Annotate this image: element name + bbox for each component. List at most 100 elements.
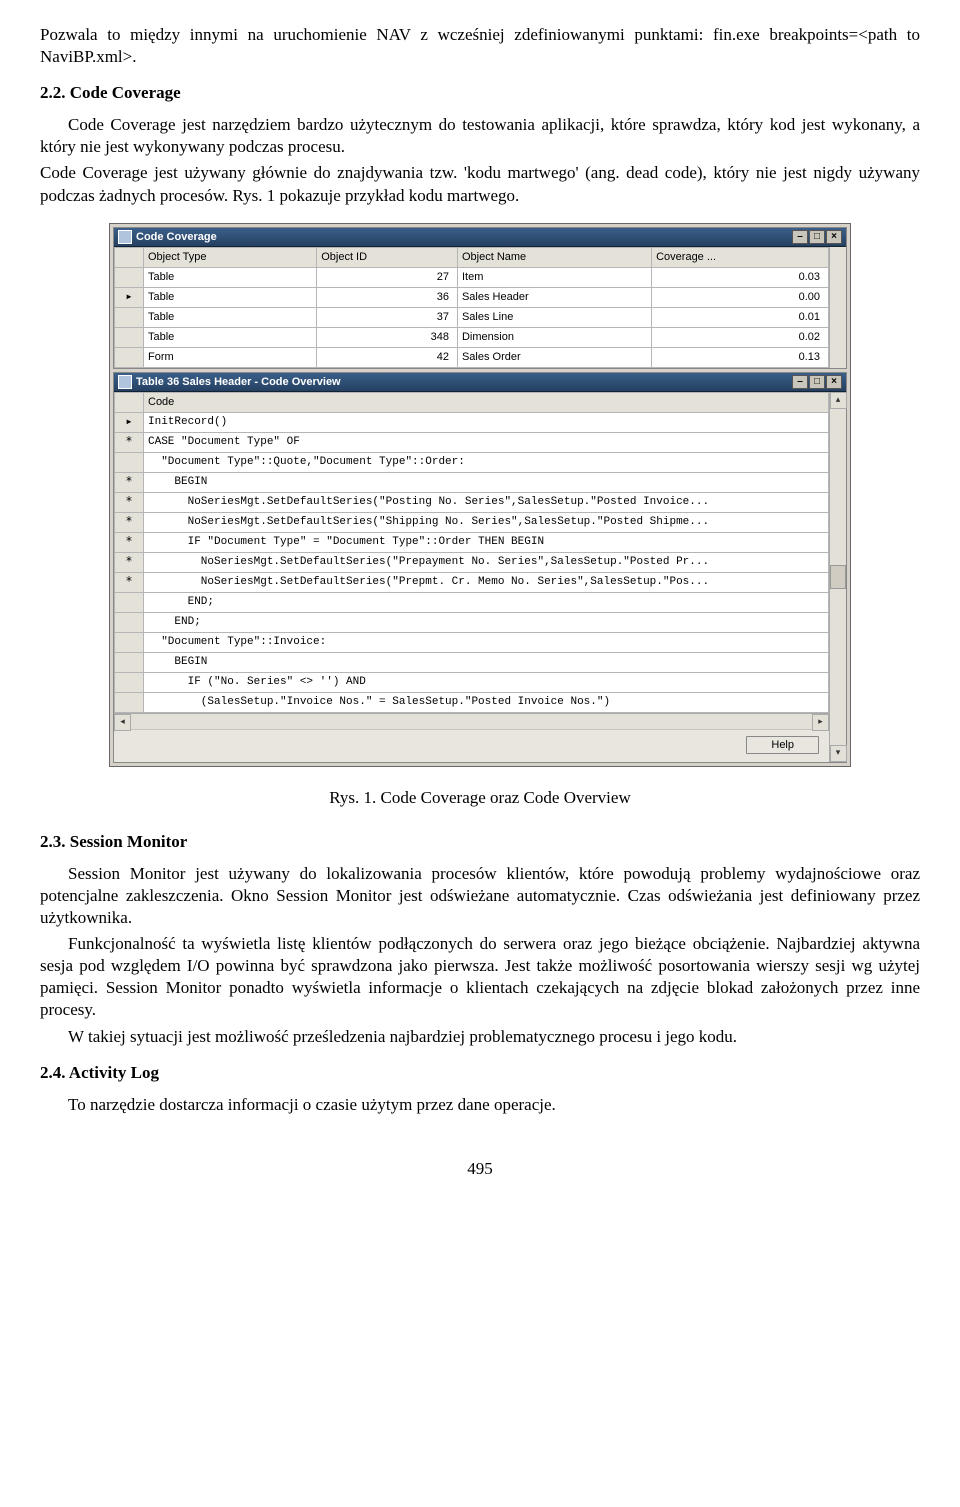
row-marker (115, 347, 144, 367)
cell-object-id: 37 (317, 307, 458, 327)
table-row[interactable]: * NoSeriesMgt.SetDefaultSeries("Prepmt. … (115, 572, 829, 592)
code-line: NoSeriesMgt.SetDefaultSeries("Prepayment… (144, 552, 829, 572)
table-row[interactable]: Table348Dimension0.02 (115, 327, 829, 347)
code-line: BEGIN (144, 652, 829, 672)
window-code-overview: Table 36 Sales Header - Code Overview – … (113, 372, 847, 763)
section-heading-23: 2.3. Session Monitor (40, 831, 920, 853)
table-row[interactable]: Form42Sales Order0.13 (115, 347, 829, 367)
paragraph: Code Coverage jest używany głównie do zn… (40, 162, 920, 206)
section-heading-22: 2.2. Code Coverage (40, 82, 920, 104)
help-button[interactable]: Help (746, 736, 819, 754)
code-line: "Document Type"::Quote,"Document Type"::… (144, 452, 829, 472)
col-code: Code (144, 392, 829, 412)
code-line: NoSeriesMgt.SetDefaultSeries("Shipping N… (144, 512, 829, 532)
cell-object-name: Sales Line (457, 307, 651, 327)
cell-object-type: Table (144, 307, 317, 327)
table-row[interactable]: * IF "Document Type" = "Document Type"::… (115, 532, 829, 552)
code-line: IF "Document Type" = "Document Type"::Or… (144, 532, 829, 552)
cell-object-name: Item (457, 267, 651, 287)
cell-coverage: 0.01 (652, 307, 829, 327)
paragraph: To narzędzie dostarcza informacji o czas… (40, 1094, 920, 1116)
code-overview-table: Code ▸InitRecord()*CASE "Document Type" … (114, 392, 829, 713)
scrollbar-v[interactable] (829, 247, 846, 368)
row-marker: * (115, 492, 144, 512)
paragraph: Pozwala to między innymi na uruchomienie… (40, 24, 920, 68)
cell-object-id: 27 (317, 267, 458, 287)
table-row[interactable]: "Document Type"::Quote,"Document Type"::… (115, 452, 829, 472)
table-row[interactable]: IF ("No. Series" <> '') AND (115, 672, 829, 692)
row-marker (115, 592, 144, 612)
table-row[interactable]: *CASE "Document Type" OF (115, 432, 829, 452)
table-row[interactable]: BEGIN (115, 652, 829, 672)
row-marker (115, 307, 144, 327)
minimize-button[interactable]: – (792, 230, 808, 244)
table-row[interactable]: END; (115, 592, 829, 612)
window-title: Table 36 Sales Header - Code Overview (136, 375, 341, 389)
rowhead-blank (115, 392, 144, 412)
row-marker: * (115, 532, 144, 552)
maximize-button[interactable]: □ (809, 375, 825, 389)
cell-object-type: Table (144, 267, 317, 287)
table-row[interactable]: "Document Type"::Invoice: (115, 632, 829, 652)
row-marker (115, 652, 144, 672)
row-marker: * (115, 572, 144, 592)
code-line: IF ("No. Series" <> '') AND (144, 672, 829, 692)
col-header: Object Name (457, 247, 651, 267)
cell-object-type: Table (144, 287, 317, 307)
cell-coverage: 0.00 (652, 287, 829, 307)
code-line: NoSeriesMgt.SetDefaultSeries("Posting No… (144, 492, 829, 512)
close-button[interactable]: × (826, 375, 842, 389)
code-line: InitRecord() (144, 412, 829, 432)
table-row[interactable]: ▸InitRecord() (115, 412, 829, 432)
table-row[interactable]: Table37Sales Line0.01 (115, 307, 829, 327)
table-row[interactable]: (SalesSetup."Invoice Nos." = SalesSetup.… (115, 692, 829, 712)
scroll-down-icon[interactable]: ▾ (830, 745, 847, 762)
titlebar-code-overview: Table 36 Sales Header - Code Overview – … (114, 373, 846, 392)
row-marker: ▸ (115, 287, 144, 307)
cell-object-name: Sales Header (457, 287, 651, 307)
app-icon (118, 375, 132, 389)
row-marker (115, 632, 144, 652)
table-row[interactable]: * BEGIN (115, 472, 829, 492)
scrollbar-v[interactable]: ▴ ▾ (829, 392, 846, 762)
row-marker: * (115, 512, 144, 532)
scroll-up-icon[interactable]: ▴ (830, 392, 847, 409)
table-row[interactable]: * NoSeriesMgt.SetDefaultSeries("Shipping… (115, 512, 829, 532)
table-row[interactable]: Table27Item0.03 (115, 267, 829, 287)
row-marker (115, 672, 144, 692)
close-button[interactable]: × (826, 230, 842, 244)
figure-caption: Rys. 1. Code Coverage oraz Code Overview (40, 787, 920, 809)
paragraph: Code Coverage jest narzędziem bardzo uży… (40, 114, 920, 158)
code-line: CASE "Document Type" OF (144, 432, 829, 452)
window-title: Code Coverage (136, 230, 217, 244)
cell-object-id: 36 (317, 287, 458, 307)
cell-object-type: Form (144, 347, 317, 367)
table-row[interactable]: ▸Table36Sales Header0.00 (115, 287, 829, 307)
table-row[interactable]: END; (115, 612, 829, 632)
minimize-button[interactable]: – (792, 375, 808, 389)
row-marker: * (115, 432, 144, 452)
rowhead-blank (115, 247, 144, 267)
cell-object-id: 348 (317, 327, 458, 347)
row-marker: * (115, 472, 144, 492)
scroll-thumb[interactable] (830, 565, 846, 589)
row-marker (115, 452, 144, 472)
scrollbar-h[interactable]: ◂ ▸ (114, 713, 829, 729)
row-marker (115, 327, 144, 347)
code-line: END; (144, 592, 829, 612)
app-icon (118, 230, 132, 244)
maximize-button[interactable]: □ (809, 230, 825, 244)
code-line: (SalesSetup."Invoice Nos." = SalesSetup.… (144, 692, 829, 712)
row-marker (115, 612, 144, 632)
cell-coverage: 0.13 (652, 347, 829, 367)
button-bar: Help (114, 729, 829, 762)
scroll-left-icon[interactable]: ◂ (114, 714, 131, 731)
cell-object-name: Sales Order (457, 347, 651, 367)
code-line: NoSeriesMgt.SetDefaultSeries("Prepmt. Cr… (144, 572, 829, 592)
scroll-right-icon[interactable]: ▸ (812, 714, 829, 731)
col-header: Object Type (144, 247, 317, 267)
table-row[interactable]: * NoSeriesMgt.SetDefaultSeries("Prepayme… (115, 552, 829, 572)
code-coverage-table: Object TypeObject IDObject NameCoverage … (114, 247, 829, 368)
table-row[interactable]: * NoSeriesMgt.SetDefaultSeries("Posting … (115, 492, 829, 512)
code-line: "Document Type"::Invoice: (144, 632, 829, 652)
